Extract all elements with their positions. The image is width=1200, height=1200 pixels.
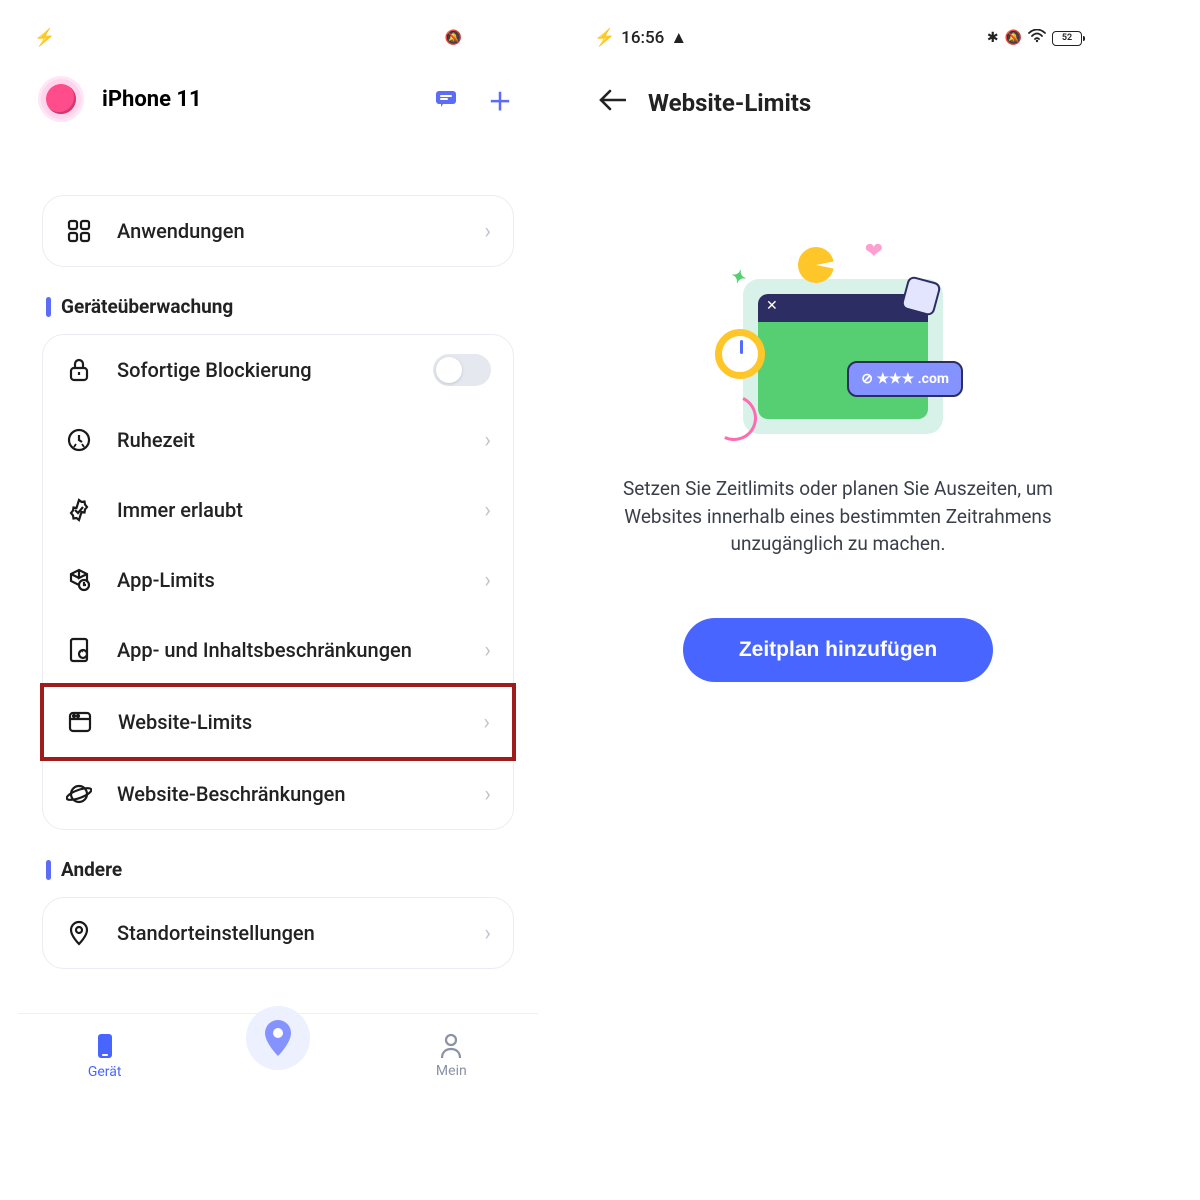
- chevron-right-icon: ›: [484, 921, 491, 946]
- nav-location[interactable]: [246, 1006, 310, 1070]
- page-header: Website-Limits: [578, 58, 1098, 139]
- nav-device[interactable]: Gerät: [18, 1014, 191, 1098]
- list-item-label: App-Limits: [117, 568, 460, 592]
- instant-block-row[interactable]: Sofortige Blockierung: [43, 335, 513, 405]
- bluetooth-icon: ✱: [427, 30, 439, 46]
- content: Anwendungen › Geräteüberwachung Sofortig…: [18, 173, 538, 1013]
- browser-icon: [66, 711, 94, 733]
- clock-text: 16:56: [61, 28, 104, 48]
- nav-mine[interactable]: Mein: [365, 1014, 538, 1098]
- mute-icon: 🔕: [1005, 30, 1022, 46]
- chevron-right-icon: ›: [484, 568, 491, 593]
- list-item-label: Ruhezeit: [117, 428, 460, 452]
- nav-label: Gerät: [88, 1064, 122, 1080]
- planet-icon: [65, 782, 93, 806]
- list-item-label: Anwendungen: [117, 219, 460, 243]
- location-settings-row[interactable]: Standorteinstellungen ›: [43, 898, 513, 968]
- wifi-icon: [1028, 29, 1046, 47]
- other-card: Standorteinstellungen ›: [42, 897, 514, 969]
- empty-description: Setzen Sie Zeitlimits oder planen Sie Au…: [606, 475, 1070, 558]
- warning-icon: ▲: [670, 28, 687, 48]
- settings-screen: ⚡ 16:56 ▲ ✱ 🔕 52 iPhone 11 ＋: [18, 18, 538, 1098]
- section-other-title: Andere: [46, 858, 514, 881]
- mute-icon: 🔕: [445, 30, 462, 46]
- wifi-icon: [468, 29, 486, 47]
- applications-row[interactable]: Anwendungen ›: [43, 196, 513, 266]
- chevron-right-icon: ›: [484, 428, 491, 453]
- apps-icon: [65, 219, 93, 243]
- status-bar: ⚡ 16:56 ▲ ✱ 🔕 52: [578, 18, 1098, 58]
- clock-icon: [65, 428, 93, 452]
- charging-icon: ⚡: [34, 28, 55, 48]
- add-schedule-button[interactable]: Zeitplan hinzufügen: [683, 618, 993, 682]
- back-button[interactable]: [598, 86, 626, 119]
- chat-button[interactable]: [428, 81, 464, 117]
- downtime-row[interactable]: Ruhezeit ›: [43, 405, 513, 475]
- list-item-label: Website-Limits: [118, 710, 459, 734]
- list-item-label: Website-Beschränkungen: [117, 782, 460, 806]
- content-restrictions-row[interactable]: App- und Inhaltsbeschränkungen ›: [43, 615, 513, 685]
- battery-icon: 52: [492, 31, 522, 46]
- chevron-right-icon: ›: [484, 219, 491, 244]
- location-pin-icon: [65, 920, 93, 946]
- bluetooth-icon: ✱: [987, 30, 999, 46]
- bottom-nav: Gerät x Mein: [18, 1013, 538, 1098]
- always-allowed-row[interactable]: Immer erlaubt ›: [43, 475, 513, 545]
- clock-text: 16:56: [621, 28, 664, 48]
- charging-icon: ⚡: [594, 28, 615, 48]
- website-restrictions-row[interactable]: Website-Beschränkungen ›: [43, 759, 513, 829]
- empty-illustration: ❤ ✦ ⊘ ★★★ .com: [703, 239, 973, 439]
- badge-check-icon: [65, 498, 93, 522]
- website-limits-highlight: Website-Limits ›: [40, 683, 516, 761]
- website-limits-screen: ⚡ 16:56 ▲ ✱ 🔕 52 Website-Limits ❤ ✦ ⊘: [578, 18, 1098, 1098]
- page-title: Website-Limits: [648, 89, 811, 117]
- apps-card: Anwendungen ›: [42, 195, 514, 267]
- avatar[interactable]: [38, 76, 84, 122]
- warning-icon: ▲: [110, 28, 127, 48]
- list-item-label: Immer erlaubt: [117, 498, 460, 522]
- status-bar: ⚡ 16:56 ▲ ✱ 🔕 52: [18, 18, 538, 58]
- list-item-label: Sofortige Blockierung: [117, 358, 409, 382]
- cube-clock-icon: [65, 568, 93, 592]
- url-badge: ⊘ ★★★ .com: [847, 361, 963, 397]
- monitoring-card: Sofortige Blockierung Ruhezeit › Immer e…: [42, 334, 514, 830]
- list-item-label: Standorteinstellungen: [117, 921, 460, 945]
- website-limits-row[interactable]: Website-Limits ›: [44, 687, 512, 757]
- app-limits-row[interactable]: App-Limits ›: [43, 545, 513, 615]
- header: ⚡ 16:56 ▲ ✱ 🔕 52 iPhone 11 ＋: [18, 18, 538, 122]
- chevron-right-icon: ›: [483, 710, 490, 735]
- chevron-right-icon: ›: [484, 498, 491, 523]
- device-name: iPhone 11: [102, 87, 410, 112]
- section-monitoring-title: Geräteüberwachung: [46, 295, 514, 318]
- device-gear-icon: [65, 637, 93, 663]
- battery-icon: 52: [1052, 31, 1082, 46]
- instant-block-toggle[interactable]: [433, 354, 491, 386]
- chevron-right-icon: ›: [484, 782, 491, 807]
- nav-label: Mein: [436, 1063, 467, 1079]
- empty-state: ❤ ✦ ⊘ ★★★ .com Setzen Sie Zeitlimits ode…: [578, 239, 1098, 682]
- chevron-right-icon: ›: [484, 638, 491, 663]
- lock-icon: [65, 358, 93, 382]
- list-item-label: App- und Inhaltsbeschränkungen: [117, 638, 460, 662]
- add-button[interactable]: ＋: [482, 81, 518, 117]
